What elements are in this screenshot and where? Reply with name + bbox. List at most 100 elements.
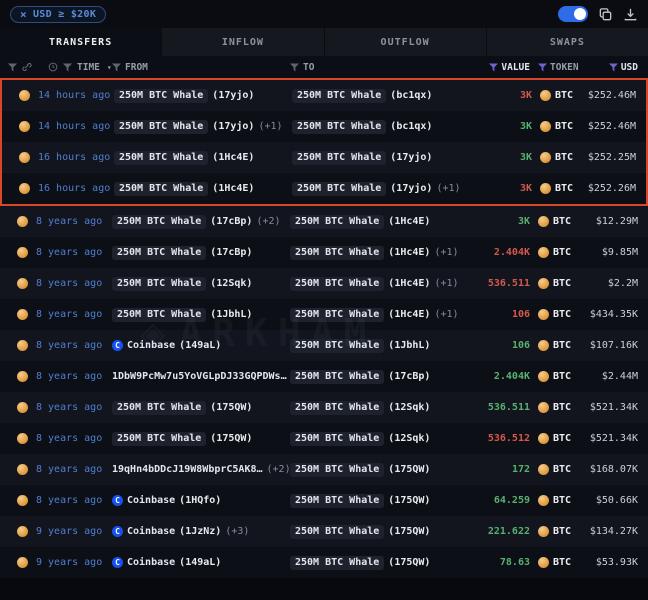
entity-name[interactable]: 250M BTC Whale	[112, 401, 206, 415]
from-filter-icon[interactable]	[112, 63, 121, 72]
table-row[interactable]: 16 hours ago 250M BTC Whale (1Hc4E) 250M…	[2, 173, 646, 204]
table-row[interactable]: 8 years ago 250M BTC Whale (1JbhL) 250M …	[0, 299, 648, 330]
transfer-time[interactable]: 8 years ago	[36, 247, 112, 258]
transfer-time[interactable]: 8 years ago	[36, 495, 112, 506]
token-cell[interactable]: BTC	[530, 216, 584, 227]
table-row[interactable]: 8 years ago 19qHn4bDDcJ19W8WbprC5AK8… (+…	[0, 454, 648, 485]
usd-filter-icon[interactable]	[609, 63, 618, 72]
column-header-usd[interactable]: USD	[621, 62, 638, 73]
from-entity[interactable]: 250M BTC Whale (175QW)	[112, 432, 290, 446]
entity-name[interactable]: 1DbW9PcMw7u5YoVGLpDJ33GQPDWs…	[112, 371, 287, 382]
entity-name[interactable]: Coinbase	[127, 557, 175, 568]
column-header-time[interactable]: TIME	[77, 62, 100, 73]
table-row[interactable]: 14 hours ago 250M BTC Whale (17yjo) (+1)…	[2, 111, 646, 142]
transfer-time[interactable]: 8 years ago	[36, 309, 112, 320]
table-row[interactable]: 9 years ago C Coinbase (149aL) 250M BTC …	[0, 547, 648, 578]
transfer-time[interactable]: 16 hours ago	[38, 152, 114, 163]
entity-name[interactable]: 250M BTC Whale	[290, 370, 384, 384]
tab-transfers[interactable]: TRANSFERS	[0, 28, 162, 56]
table-row[interactable]: 8 years ago 250M BTC Whale (12Sqk) 250M …	[0, 268, 648, 299]
entity-name[interactable]: 250M BTC Whale	[112, 277, 206, 291]
entity-name[interactable]: 19qHn4bDDcJ19W8WbprC5AK8…	[112, 464, 263, 475]
to-entity[interactable]: 250M BTC Whale (1Hc4E) (+1)	[290, 308, 472, 322]
table-row[interactable]: 8 years ago 1DbW9PcMw7u5YoVGLpDJ33GQPDWs…	[0, 361, 648, 392]
usd-toggle[interactable]	[558, 6, 588, 22]
transfer-time[interactable]: 8 years ago	[36, 216, 112, 227]
transfer-time[interactable]: 9 years ago	[36, 557, 112, 568]
to-entity[interactable]: 250M BTC Whale (175QW)	[290, 556, 472, 570]
from-entity[interactable]: 250M BTC Whale (1JbhL)	[112, 308, 290, 322]
transfer-time[interactable]: 8 years ago	[36, 402, 112, 413]
entity-name[interactable]: 250M BTC Whale	[112, 246, 206, 260]
table-row[interactable]: 14 hours ago 250M BTC Whale (17yjo) 250M…	[2, 80, 646, 111]
token-cell[interactable]: BTC	[532, 121, 586, 132]
entity-name[interactable]: 250M BTC Whale	[290, 401, 384, 415]
token-cell[interactable]: BTC	[530, 371, 584, 382]
transfer-time[interactable]: 14 hours ago	[38, 90, 114, 101]
token-cell[interactable]: BTC	[530, 495, 584, 506]
table-row[interactable]: 8 years ago C Coinbase (1HQfo) 250M BTC …	[0, 485, 648, 516]
to-entity[interactable]: 250M BTC Whale (17cBp)	[290, 370, 472, 384]
entity-name[interactable]: 250M BTC Whale	[290, 339, 384, 353]
entity-name[interactable]: 250M BTC Whale	[292, 120, 386, 134]
token-cell[interactable]: BTC	[532, 90, 586, 101]
entity-name[interactable]: 250M BTC Whale	[290, 463, 384, 477]
from-entity[interactable]: 250M BTC Whale (1Hc4E)	[114, 182, 292, 196]
table-row[interactable]: 8 years ago 250M BTC Whale (175QW) 250M …	[0, 392, 648, 423]
to-entity[interactable]: 250M BTC Whale (1Hc4E) (+1)	[290, 246, 472, 260]
token-cell[interactable]: BTC	[530, 464, 584, 475]
from-entity[interactable]: C Coinbase (1JzNz) (+3)	[112, 526, 290, 537]
to-entity[interactable]: 250M BTC Whale (1JbhL)	[290, 339, 472, 353]
from-entity[interactable]: C Coinbase (149aL)	[112, 557, 290, 568]
entity-name[interactable]: 250M BTC Whale	[114, 151, 208, 165]
transfer-time[interactable]: 8 years ago	[36, 371, 112, 382]
token-cell[interactable]: BTC	[532, 152, 586, 163]
entity-name[interactable]: 250M BTC Whale	[290, 246, 384, 260]
usd-filter-chip[interactable]: × USD ≥ $20K	[10, 6, 106, 23]
token-cell[interactable]: BTC	[530, 526, 584, 537]
from-entity[interactable]: 250M BTC Whale (17cBp)	[112, 246, 290, 260]
to-entity[interactable]: 250M BTC Whale (12Sqk)	[290, 432, 472, 446]
to-entity[interactable]: 250M BTC Whale (17yjo) (+1)	[292, 182, 474, 196]
table-row[interactable]: 8 years ago C Coinbase (149aL) 250M BTC …	[0, 330, 648, 361]
time-filter-icon[interactable]	[63, 63, 72, 72]
entity-name[interactable]: 250M BTC Whale	[112, 215, 206, 229]
to-entity[interactable]: 250M BTC Whale (175QW)	[290, 494, 472, 508]
entity-name[interactable]: 250M BTC Whale	[114, 182, 208, 196]
entity-name[interactable]: 250M BTC Whale	[290, 525, 384, 539]
from-entity[interactable]: 250M BTC Whale (175QW)	[112, 401, 290, 415]
token-cell[interactable]: BTC	[530, 402, 584, 413]
table-row[interactable]: 8 years ago 250M BTC Whale (17cBp) (+2) …	[0, 206, 648, 237]
tab-inflow[interactable]: INFLOW	[162, 28, 324, 56]
download-icon[interactable]	[623, 7, 638, 22]
copy-icon[interactable]	[598, 7, 613, 22]
column-header-from[interactable]: FROM	[125, 62, 148, 73]
entity-name[interactable]: 250M BTC Whale	[112, 308, 206, 322]
filter-all-icon[interactable]	[8, 63, 17, 72]
token-cell[interactable]: BTC	[530, 340, 584, 351]
from-entity[interactable]: 250M BTC Whale (17yjo) (+1)	[114, 120, 292, 134]
from-entity[interactable]: 19qHn4bDDcJ19W8WbprC5AK8… (+2)	[112, 464, 290, 475]
transfer-time[interactable]: 8 years ago	[36, 278, 112, 289]
transfer-time[interactable]: 8 years ago	[36, 433, 112, 444]
to-entity[interactable]: 250M BTC Whale (175QW)	[290, 463, 472, 477]
entity-name[interactable]: 250M BTC Whale	[290, 494, 384, 508]
to-entity[interactable]: 250M BTC Whale (1Hc4E) (+1)	[290, 277, 472, 291]
column-header-token[interactable]: TOKEN	[550, 62, 579, 73]
entity-name[interactable]: 250M BTC Whale	[292, 151, 386, 165]
from-entity[interactable]: 250M BTC Whale (17cBp) (+2)	[112, 215, 290, 229]
to-entity[interactable]: 250M BTC Whale (175QW)	[290, 525, 472, 539]
token-filter-icon[interactable]	[538, 63, 547, 72]
to-filter-icon[interactable]	[290, 63, 299, 72]
column-header-to[interactable]: TO	[303, 62, 314, 73]
transfer-time[interactable]: 8 years ago	[36, 464, 112, 475]
from-entity[interactable]: 250M BTC Whale (12Sqk)	[112, 277, 290, 291]
from-entity[interactable]: C Coinbase (1HQfo)	[112, 495, 290, 506]
table-row[interactable]: 9 years ago C Coinbase (1JzNz) (+3) 250M…	[0, 516, 648, 547]
clock-icon[interactable]	[48, 62, 58, 72]
to-entity[interactable]: 250M BTC Whale (bc1qx)	[292, 120, 474, 134]
entity-name[interactable]: 250M BTC Whale	[290, 215, 384, 229]
column-header-value[interactable]: VALUE	[501, 62, 530, 73]
sort-caret-icon[interactable]: ▾	[107, 63, 112, 72]
entity-name[interactable]: 250M BTC Whale	[112, 432, 206, 446]
